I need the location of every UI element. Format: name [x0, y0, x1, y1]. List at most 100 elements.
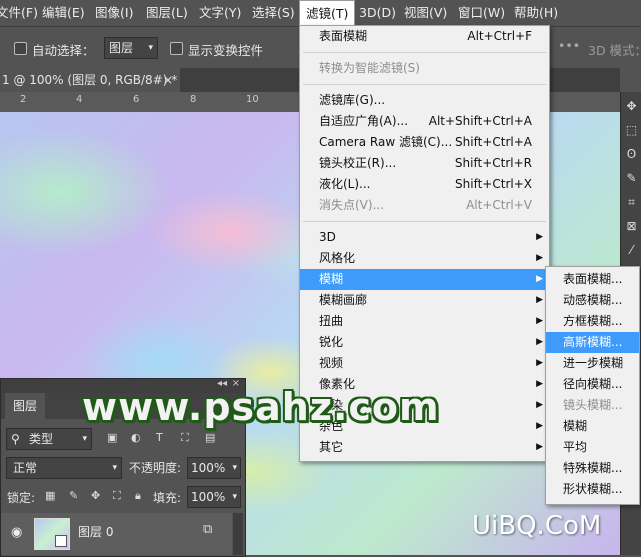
smart-object-filter-icon[interactable]: ▤	[205, 431, 215, 444]
menu-bar: 文件(F) 编辑(E) 图像(I) 图层(L) 文字(Y) 选择(S) 滤镜(T…	[0, 0, 641, 26]
submenu-item-motion-blur[interactable]: 动感模糊...	[546, 290, 639, 311]
layer-filter-dropdown[interactable]: ⚲ 类型 ▾	[6, 428, 92, 450]
submenu-arrow-icon: ▶	[536, 295, 543, 305]
menu-item-blur[interactable]: 模糊 ▶	[300, 269, 549, 290]
submenu-item-label: 方框模糊...	[563, 314, 623, 328]
lock-transparent-icon[interactable]: ▦	[45, 489, 55, 502]
opacity-value: 100%	[191, 461, 226, 475]
submenu-item-label: 动感模糊...	[563, 293, 623, 307]
close-icon[interactable]: ×	[163, 68, 173, 92]
menu-item-shortcut: Shift+Ctrl+A	[455, 135, 532, 149]
image-filter-icon[interactable]: ▣	[107, 431, 117, 444]
submenu-item-surface-blur[interactable]: 表面模糊...	[546, 269, 639, 290]
menu-item-shortcut: Alt+Ctrl+F	[467, 29, 532, 43]
lock-position-icon[interactable]: ✥	[91, 489, 100, 502]
auto-select-checkbox[interactable]	[14, 42, 27, 55]
menu-item-convert-smart-filter[interactable]: 转换为智能滤镜(S)	[300, 58, 549, 79]
menu-item-3d[interactable]: 3D ▶	[300, 227, 549, 248]
submenu-arrow-icon: ▶	[536, 421, 543, 431]
menu-item-adaptive-wide-angle[interactable]: 自适应广角(A)... Alt+Shift+Ctrl+A	[300, 111, 549, 132]
opacity-field[interactable]: 100% ▾	[187, 457, 241, 479]
submenu-item-label: 形状模糊...	[563, 482, 623, 496]
layer-name: 图层 0	[78, 525, 114, 539]
menu-edit[interactable]: 编辑(E)	[36, 0, 91, 25]
submenu-item-shape-blur[interactable]: 形状模糊...	[546, 479, 639, 500]
fill-field[interactable]: 100% ▾	[187, 486, 241, 508]
menu-item-video[interactable]: 视频 ▶	[300, 353, 549, 374]
menu-item-liquify[interactable]: 液化(L)... Shift+Ctrl+X	[300, 174, 549, 195]
submenu-item-box-blur[interactable]: 方框模糊...	[546, 311, 639, 332]
layers-scrollbar[interactable]	[233, 513, 243, 555]
mode-3d-label: 3D 模式：	[588, 43, 641, 58]
submenu-arrow-icon: ▶	[536, 337, 543, 347]
submenu-item-label: 进一步模糊	[563, 356, 624, 370]
crop-tool-icon[interactable]: ⌗	[625, 196, 638, 209]
eyedropper-tool-icon[interactable]: ⁄	[625, 244, 638, 257]
menu-item-other[interactable]: 其它 ▶	[300, 437, 549, 458]
submenu-item-gaussian-blur[interactable]: 高斯模糊...	[546, 332, 639, 353]
chevron-down-icon: ▾	[232, 492, 237, 502]
layer-row[interactable]: ◉ 图层 0 ⧉	[1, 513, 232, 555]
menu-item-last-filter[interactable]: 表面模糊 Alt+Ctrl+F	[300, 26, 549, 47]
menu-select[interactable]: 选择(S)	[246, 0, 301, 25]
submenu-item-blur-more[interactable]: 进一步模糊	[546, 353, 639, 374]
auto-select-dropdown[interactable]: 图层 ▾	[104, 37, 158, 59]
more-options-icon[interactable]: •••	[558, 38, 580, 53]
lock-brush-icon[interactable]: ✎	[69, 489, 78, 502]
submenu-item-smart-blur[interactable]: 特殊模糊...	[546, 458, 639, 479]
blend-mode-dropdown[interactable]: 正常 ▾	[6, 457, 122, 479]
eye-icon[interactable]: ◉	[11, 525, 22, 540]
menu-item-blur-gallery[interactable]: 模糊画廊 ▶	[300, 290, 549, 311]
menu-help[interactable]: 帮助(H)	[508, 0, 564, 25]
menu-view[interactable]: 视图(V)	[398, 0, 453, 25]
type-filter-icon[interactable]: T	[156, 431, 163, 444]
menu-item-stylize[interactable]: 风格化 ▶	[300, 248, 549, 269]
menu-item-shortcut: Alt+Ctrl+V	[466, 198, 532, 212]
frame-tool-icon[interactable]: ⊠	[625, 220, 638, 233]
submenu-item-label: 特殊模糊...	[563, 461, 623, 475]
menu-item-camera-raw[interactable]: Camera Raw 滤镜(C)... Shift+Ctrl+A	[300, 132, 549, 153]
menu-item-filter-gallery[interactable]: 滤镜库(G)...	[300, 90, 549, 111]
submenu-item-average[interactable]: 平均	[546, 437, 639, 458]
opacity-label: 不透明度:	[129, 461, 182, 475]
menu-item-label: 镜头校正(R)...	[319, 156, 397, 170]
move-tool-icon[interactable]: ✥	[625, 100, 638, 113]
menu-3d[interactable]: 3D(D)	[353, 0, 402, 25]
submenu-item-label: 模糊	[563, 419, 588, 433]
menu-separator	[303, 52, 546, 53]
menu-image[interactable]: 图像(I)	[89, 0, 139, 25]
marquee-tool-icon[interactable]: ⬚	[625, 124, 638, 137]
submenu-arrow-icon: ▶	[536, 442, 543, 452]
lock-all-icon[interactable]: 🔒︎	[135, 489, 141, 503]
menu-item-vanishing-point[interactable]: 消失点(V)... Alt+Ctrl+V	[300, 195, 549, 216]
quick-select-tool-icon[interactable]: ✎	[625, 172, 638, 185]
ruler-number: 6	[133, 94, 140, 105]
adjustment-filter-icon[interactable]: ◐	[131, 431, 141, 444]
search-icon: ⚲	[11, 432, 20, 446]
lock-artboard-icon[interactable]: ⛶	[113, 489, 121, 503]
show-transform-checkbox[interactable]	[170, 42, 183, 55]
shape-filter-icon[interactable]: ⛶	[181, 431, 189, 445]
lasso-tool-icon[interactable]: ʘ	[625, 148, 638, 161]
menu-layer[interactable]: 图层(L)	[140, 0, 194, 25]
menu-filter[interactable]: 滤镜(T)	[299, 0, 356, 26]
layer-thumbnail	[34, 518, 70, 550]
menu-window[interactable]: 窗口(W)	[452, 0, 511, 25]
menu-item-lens-correction[interactable]: 镜头校正(R)... Shift+Ctrl+R	[300, 153, 549, 174]
auto-select-value: 图层	[109, 41, 134, 55]
submenu-item-radial-blur[interactable]: 径向模糊...	[546, 374, 639, 395]
lock-label: 锁定:	[7, 491, 36, 505]
menu-item-distort[interactable]: 扭曲 ▶	[300, 311, 549, 332]
submenu-item-blur[interactable]: 模糊	[546, 416, 639, 437]
menu-item-label: 液化(L)...	[319, 177, 371, 191]
ruler-number: 10	[246, 94, 259, 105]
menu-item-sharpen[interactable]: 锐化 ▶	[300, 332, 549, 353]
ruler-number: 8	[190, 94, 197, 105]
submenu-item-lens-blur[interactable]: 镜头模糊...	[546, 395, 639, 416]
menu-item-label: 滤镜库(G)...	[319, 93, 386, 107]
tab-layers[interactable]: 图层	[5, 393, 45, 419]
layer-filter-value: 类型	[29, 432, 54, 446]
menu-item-label: 自适应广角(A)...	[319, 114, 409, 128]
menu-type[interactable]: 文字(Y)	[193, 0, 247, 25]
document-tab[interactable]: 1 @ 100% (图层 0, RGB/8#) * ×	[0, 68, 180, 92]
